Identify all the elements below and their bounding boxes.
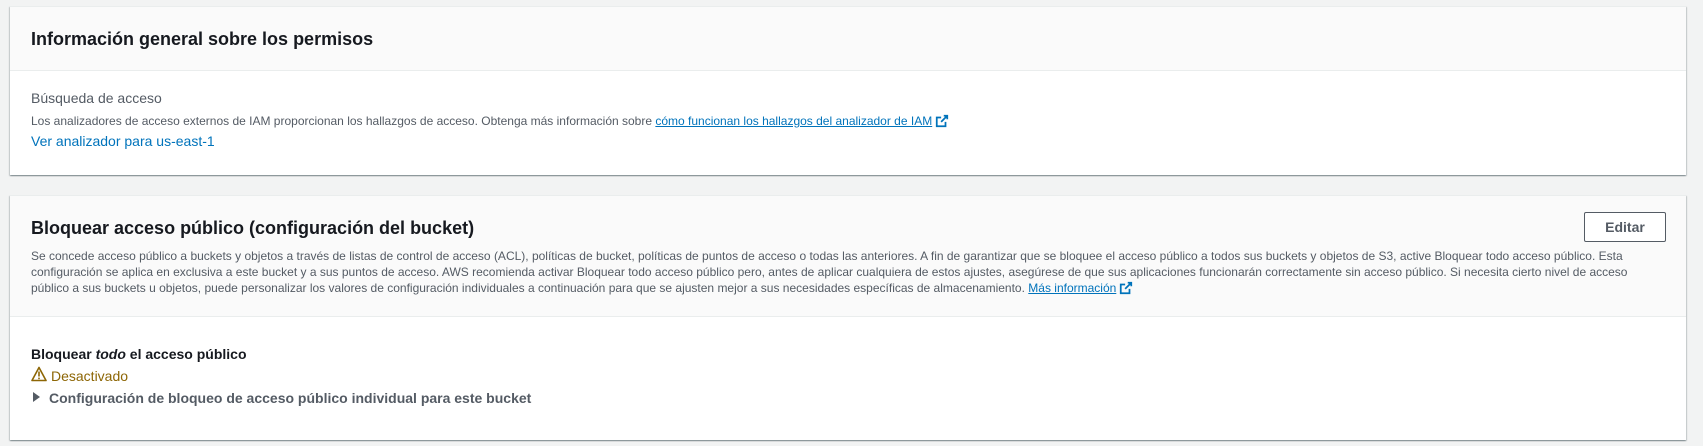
block-all-status: Desactivado (31, 366, 128, 385)
permissions-overview-title: Información general sobre los permisos (31, 29, 374, 49)
access-finding-description-text: Los analizadores de acceso externos de I… (31, 114, 656, 128)
edit-button[interactable]: Editar (1584, 212, 1666, 242)
status-text: Desactivado (51, 367, 129, 384)
permissions-overview-panel: Información general sobre los permisos B… (10, 6, 1686, 175)
block-all-emphasis: todo (95, 346, 126, 362)
block-all-public-access-label: Bloquear todo el acceso público (31, 346, 247, 362)
iam-analyzer-findings-link[interactable]: cómo funcionan los hallazgos del analiza… (655, 114, 949, 128)
more-info-link-text: Más información (1028, 281, 1117, 295)
view-analyzer-link[interactable]: Ver analizador para us-east-1 (31, 133, 215, 149)
block-public-access-description: Se concede acceso público a buckets y ob… (31, 248, 1641, 299)
block-all-prefix: Bloquear (31, 346, 96, 362)
block-public-access-header: Bloquear acceso público (configuración d… (10, 196, 1686, 317)
access-finding-label: Búsqueda de acceso (31, 90, 162, 106)
block-all-suffix: el acceso público (125, 346, 247, 362)
permissions-overview-header: Información general sobre los permisos (10, 7, 1686, 71)
warning-icon (31, 366, 47, 385)
iam-analyzer-findings-link-text: cómo funcionan los hallazgos del analiza… (655, 114, 933, 128)
expander-label: Configuración de bloqueo de acceso públi… (49, 390, 532, 406)
block-public-access-panel: Bloquear acceso público (configuración d… (10, 195, 1686, 440)
individual-settings-expander[interactable]: Configuración de bloqueo de acceso públi… (31, 390, 531, 406)
more-info-link[interactable]: Más información (1028, 281, 1133, 295)
caret-right-icon (31, 390, 41, 406)
access-finding-description: Los analizadores de acceso externos de I… (31, 114, 949, 131)
block-public-access-title: Bloquear acceso público (configuración d… (31, 218, 475, 238)
block-public-access-description-text: Se concede acceso público a buckets y ob… (31, 249, 1628, 295)
external-link-icon (935, 114, 949, 131)
external-link-icon (1119, 281, 1133, 299)
